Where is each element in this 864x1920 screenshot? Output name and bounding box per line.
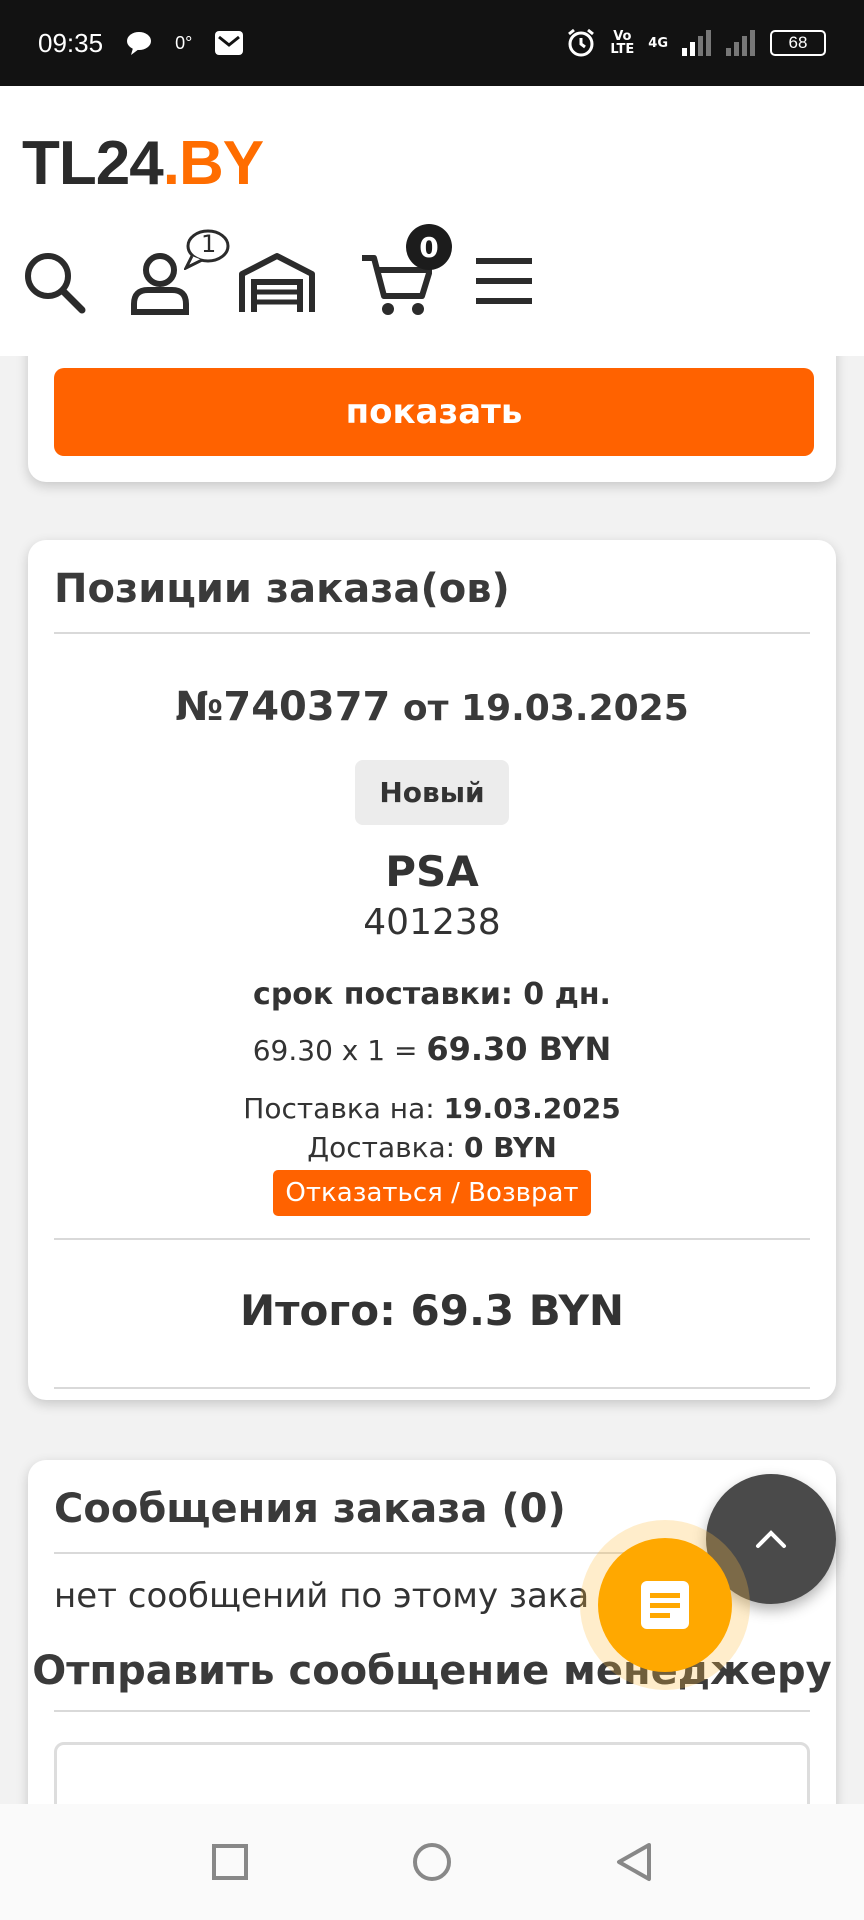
account-badge-count: 1 [201,230,217,258]
divider [54,632,810,634]
signal-icon [682,30,711,56]
status-time: 09:35 [38,27,104,58]
order-status-badge: Новый [355,760,509,825]
recent-apps-button[interactable] [211,1843,249,1881]
volte-indicator: Vo LTE [610,29,635,57]
mail-icon [215,31,244,55]
order-total: Итого: 69.3 BYN [239,1286,625,1335]
network-type: 4G [648,35,668,51]
search-icon[interactable] [22,250,86,314]
garage-icon[interactable] [238,252,316,316]
divider [54,1238,810,1240]
signal-icon-2 [726,30,755,56]
supply-date: Поставка на: 19.03.2025 [243,1092,621,1125]
account-notification-bubble: 1 [182,228,230,274]
delivery-cost: Доставка: 0 BYN [307,1131,557,1164]
delivery-term: срок поставки: 0 дн. [253,977,611,1012]
item-article: 401238 [363,902,501,943]
show-button[interactable]: показать [54,368,814,456]
alarm-icon [568,28,595,57]
chat-button[interactable] [598,1538,732,1672]
order-items-card: Позиции заказа(ов) №740377 от 19.03.2025… [28,540,836,1400]
order-number: №740377 от 19.03.2025 [175,684,689,730]
chat-notification-icon [127,32,152,55]
order-items-title: Позиции заказа(ов) [54,566,510,612]
divider [54,1710,810,1712]
cart-badge: 0 [406,224,452,270]
notes-icon [641,1581,689,1629]
home-button[interactable] [411,1841,453,1883]
refuse-return-button[interactable]: Отказаться / Возврат [273,1170,591,1216]
divider [54,1387,810,1389]
item-brand: PSA [385,847,479,896]
site-header: TL24.BY 1 0 [0,86,864,356]
menu-icon[interactable] [476,256,532,306]
battery-indicator: 68 [770,30,826,56]
back-button[interactable] [615,1841,653,1883]
status-bar: 09:35 0° Vo LTE 4G 68 [0,0,864,86]
chevron-up-icon [756,1530,786,1548]
temperature-text: 0° [175,32,193,53]
system-navigation-bar [0,1804,864,1920]
item-price: 69.30 x 1 = 69.30 BYN [252,1030,612,1068]
site-logo[interactable]: TL24.BY [22,128,264,199]
